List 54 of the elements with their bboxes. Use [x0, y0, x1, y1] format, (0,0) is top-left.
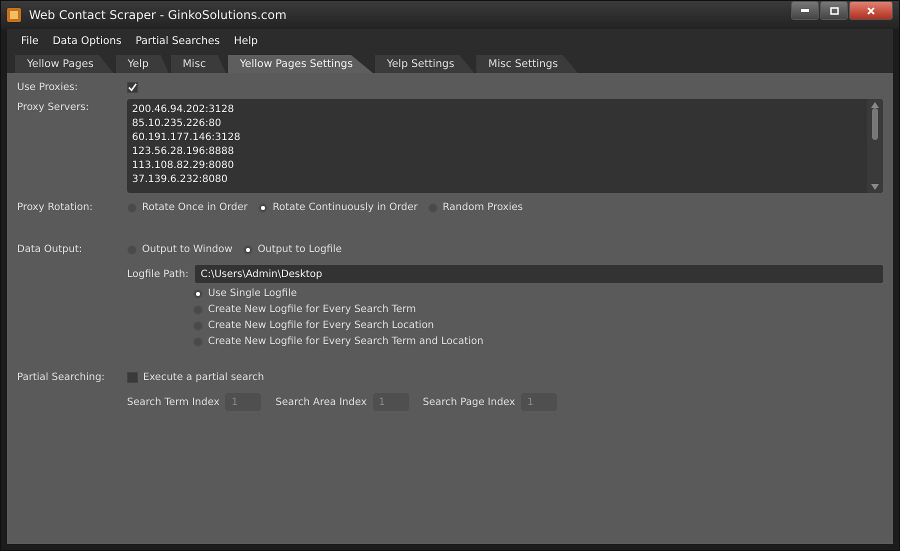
- tab[interactable]: Misc: [170, 55, 226, 73]
- menu-item[interactable]: File: [21, 35, 39, 47]
- checkbox[interactable]: [127, 372, 138, 383]
- scroll-up-icon[interactable]: [871, 102, 879, 108]
- radio-label: Output to Logfile: [258, 244, 342, 255]
- radio-button[interactable]: [242, 244, 253, 254]
- menu-item[interactable]: Help: [234, 35, 258, 47]
- proxy-entry: 60.191.177.146:3128: [132, 131, 242, 144]
- checkbox[interactable]: [127, 82, 138, 93]
- close-icon: [867, 6, 875, 14]
- maximize-icon: [830, 6, 838, 14]
- radio-label: Rotate Once in Order: [142, 202, 248, 213]
- minimize-icon: [801, 9, 809, 12]
- tab[interactable]: Yellow Pages Settings: [228, 55, 373, 73]
- close-button[interactable]: [849, 1, 893, 20]
- proxy-entry: 123.56.28.196:8888: [132, 145, 235, 158]
- window-title: Web Contact Scraper - GinkoSolutions.com: [29, 8, 288, 22]
- field-label: Search Area Index: [275, 396, 367, 408]
- logfile-path-field[interactable]: C:\Users\Admin\Desktop: [194, 265, 883, 283]
- radio-label: Rotate Continuously in Order: [272, 202, 418, 213]
- app-icon: [7, 8, 21, 22]
- radio-label: Create New Logfile for Every Search Location: [208, 320, 434, 331]
- proxy-list-field[interactable]: 200.46.94.202:3128 85.10.235.226:80 60.191.177.146:3128 123.56.28.196:8888 113.108.82.29:8080 37.139.6.232:8080: [127, 99, 883, 193]
- field-label: Proxy Servers:: [17, 101, 90, 113]
- tab[interactable]: Yelp Settings: [374, 55, 474, 73]
- field-label: Proxy Rotation:: [17, 201, 94, 213]
- proxy-entry: 85.10.235.226:80: [132, 117, 222, 130]
- radio-label: Create New Logfile for Every Search Term and Location: [208, 336, 484, 347]
- field-label: Data Output:: [17, 243, 84, 255]
- scrollbar[interactable]: [867, 99, 883, 193]
- tab[interactable]: Yelp: [116, 55, 169, 73]
- menu-item[interactable]: Data Options: [52, 35, 122, 47]
- radio-label: Output to Window: [142, 244, 233, 255]
- field-label: Partial Searching:: [17, 371, 106, 383]
- tab[interactable]: Misc Settings: [476, 55, 578, 73]
- radio-label: Use Single Logfile: [208, 288, 297, 299]
- field-label: Use Proxies:: [17, 81, 79, 93]
- menu-item[interactable]: Partial Searches: [136, 35, 220, 47]
- scroll-down-icon[interactable]: [871, 184, 879, 190]
- proxy-entry: 200.46.94.202:3128: [132, 103, 235, 116]
- field-label: Search Page Index: [422, 396, 516, 408]
- radio-label: Create New Logfile for Every Search Term: [208, 304, 416, 315]
- checkbox-label: Execute a partial search: [143, 372, 264, 383]
- field-label: Logfile Path:: [127, 268, 189, 280]
- tab[interactable]: Yellow Pages: [15, 55, 114, 73]
- field-label: Search Term Index: [127, 396, 220, 408]
- scroll-thumb[interactable]: [872, 108, 878, 140]
- proxy-entry: 113.108.82.29:8080: [132, 159, 235, 172]
- proxy-entry: 37.139.6.232:8080: [132, 173, 229, 186]
- radio-button[interactable]: [193, 288, 203, 298]
- minimize-button[interactable]: [791, 1, 819, 20]
- radio-label: Random Proxies: [442, 202, 523, 213]
- radio-button[interactable]: [258, 202, 268, 212]
- maximize-button[interactable]: [820, 1, 848, 20]
